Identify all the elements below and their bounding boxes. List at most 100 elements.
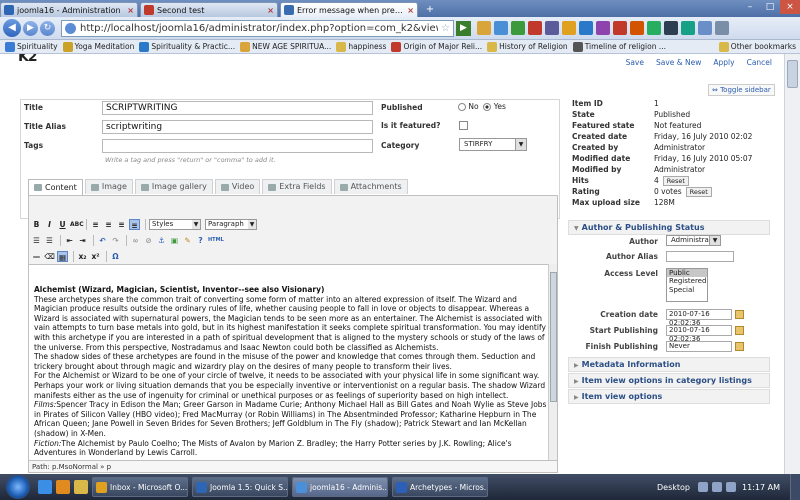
extension-icon[interactable]: [528, 21, 542, 35]
bookmark-item[interactable]: happiness: [336, 41, 386, 52]
access-option-public[interactable]: Public: [667, 269, 707, 278]
save-new-button[interactable]: Save & New: [656, 58, 701, 67]
taskbar-item-browser[interactable]: joomla16 - Adminis...: [292, 477, 388, 497]
close-window-icon[interactable]: ×: [780, 0, 800, 14]
scrollbar-thumb[interactable]: [787, 60, 798, 88]
align-right-icon[interactable]: ≡: [116, 219, 127, 230]
other-bookmarks[interactable]: Other bookmarks: [718, 41, 796, 52]
access-level-listbox[interactable]: Public Registered Special: [666, 268, 708, 302]
bookmark-star-icon[interactable]: ☆: [441, 23, 450, 34]
page-menu-icon[interactable]: [698, 21, 712, 35]
taskbar-item-word[interactable]: Archetypes - Micros...: [392, 477, 488, 497]
reload-button[interactable]: ↻: [40, 20, 55, 36]
bookmark-item[interactable]: Origin of Major Reli...: [391, 41, 482, 52]
redo-icon[interactable]: ↷: [110, 235, 121, 246]
bookmark-item[interactable]: Yoga Meditation: [62, 41, 134, 52]
forward-button[interactable]: ▶: [23, 20, 38, 36]
bookmark-item[interactable]: Spirituality: [5, 41, 58, 52]
link-icon[interactable]: ∞: [130, 235, 141, 246]
bullet-list-icon[interactable]: ☰: [31, 235, 42, 246]
extension-icon[interactable]: [494, 21, 508, 35]
align-center-icon[interactable]: ≡: [103, 219, 114, 230]
editor-scrollbar[interactable]: [548, 264, 557, 460]
cleanup-icon[interactable]: ✎: [182, 235, 193, 246]
volume-icon[interactable]: [712, 482, 723, 492]
extension-icon[interactable]: [664, 21, 678, 35]
back-button[interactable]: ◀: [3, 19, 21, 37]
browser-tab-1[interactable]: joomla16 - Administration ×: [0, 2, 138, 17]
clock[interactable]: 11:17 AM: [742, 483, 780, 492]
tab-image[interactable]: Image: [84, 179, 133, 194]
save-button[interactable]: Save: [626, 58, 644, 67]
start-button[interactable]: [6, 475, 30, 499]
calendar-icon[interactable]: [735, 310, 744, 319]
author-select[interactable]: Administrator ▼: [666, 235, 721, 246]
go-button[interactable]: ▶: [456, 20, 471, 36]
author-alias-input[interactable]: [666, 251, 734, 262]
extension-icon[interactable]: [613, 21, 627, 35]
title-input[interactable]: SCRIPTWRITING: [102, 101, 373, 115]
extension-icon[interactable]: [477, 21, 491, 35]
desktop-toolbar[interactable]: Desktop: [657, 483, 690, 492]
tab-extra-fields[interactable]: Extra Fields: [262, 179, 332, 194]
underline-button[interactable]: U: [57, 219, 68, 230]
category-select[interactable]: STIRFRY ▼: [459, 138, 527, 151]
media-player-icon[interactable]: [56, 480, 70, 494]
remove-format-icon[interactable]: ⌫: [44, 251, 55, 262]
subscript-icon[interactable]: x₂: [77, 251, 88, 262]
strikethrough-button[interactable]: ABC: [70, 219, 84, 230]
html-source-icon[interactable]: HTML: [208, 235, 224, 246]
reset-hits-button[interactable]: Reset: [662, 176, 689, 186]
extension-icon[interactable]: [511, 21, 525, 35]
tab-attachments[interactable]: Attachments: [333, 179, 408, 194]
horizontal-rule-icon[interactable]: —: [31, 251, 42, 262]
extension-icon[interactable]: [579, 21, 593, 35]
bookmark-item[interactable]: History of Religion: [487, 41, 568, 52]
apply-button[interactable]: Apply: [713, 58, 734, 67]
align-left-icon[interactable]: ≡: [90, 219, 101, 230]
extension-icon[interactable]: [647, 21, 661, 35]
bookmark-item[interactable]: Timeline of religion ...: [572, 41, 666, 52]
toggle-sidebar-button[interactable]: ⇔ Toggle sidebar: [708, 84, 775, 96]
format-select[interactable]: Paragraph ▼: [205, 218, 257, 230]
close-tab-icon[interactable]: ×: [407, 6, 414, 15]
extension-icon[interactable]: [596, 21, 610, 35]
bookmark-item[interactable]: Spirituality & Practic...: [139, 41, 235, 52]
page-scrollbar[interactable]: [784, 54, 800, 474]
taskbar-item-outlook[interactable]: Inbox - Microsoft O...: [92, 477, 188, 497]
published-yes-radio[interactable]: [483, 103, 492, 111]
creation-date-input[interactable]: 2010-07-16 02:02:36: [666, 309, 732, 327]
visual-aid-icon[interactable]: ▦: [57, 250, 68, 262]
tab-image-gallery[interactable]: Image gallery: [134, 179, 213, 194]
calendar-icon[interactable]: [735, 342, 744, 351]
ie-icon[interactable]: [38, 480, 52, 494]
tags-input[interactable]: [102, 139, 373, 153]
close-tab-icon[interactable]: ×: [267, 6, 274, 15]
align-justify-icon[interactable]: ≡: [129, 218, 140, 230]
extension-icon[interactable]: [630, 21, 644, 35]
scrollbar-thumb[interactable]: [550, 272, 557, 402]
image-icon[interactable]: ▣: [169, 235, 180, 246]
calendar-icon[interactable]: [735, 326, 744, 335]
item-view-options-panel-header[interactable]: ▶ Item view options: [568, 389, 770, 404]
show-desktop-button[interactable]: [790, 474, 800, 500]
help-icon[interactable]: ?: [195, 235, 206, 246]
superscript-icon[interactable]: x²: [90, 251, 101, 262]
tab-content[interactable]: Content: [28, 179, 83, 195]
anchor-icon[interactable]: ⚓: [156, 235, 167, 246]
styles-select[interactable]: Styles ▼: [149, 218, 201, 230]
cancel-button[interactable]: Cancel: [747, 58, 772, 67]
category-view-options-panel-header[interactable]: ▶ Item view options in category listings: [568, 373, 770, 388]
start-publishing-input[interactable]: 2010-07-16 02:02:36: [666, 325, 732, 343]
finish-publishing-input[interactable]: Never: [666, 341, 732, 352]
access-option-special[interactable]: Special: [667, 286, 707, 294]
taskbar-item-joomla-guide[interactable]: Joomla 1.5: Quick S...: [192, 477, 288, 497]
special-char-icon[interactable]: Ω: [110, 251, 121, 262]
folder-icon[interactable]: [74, 480, 88, 494]
wrench-icon[interactable]: [715, 21, 729, 35]
browser-tab-3[interactable]: Error message when prev... ×: [280, 2, 418, 17]
unlink-icon[interactable]: ⊘: [143, 235, 154, 246]
editor-content-area[interactable]: Alchemist (Wizard, Magician, Scientist, …: [29, 264, 551, 460]
access-option-registered[interactable]: Registered: [667, 277, 707, 285]
undo-icon[interactable]: ↶: [97, 235, 108, 246]
